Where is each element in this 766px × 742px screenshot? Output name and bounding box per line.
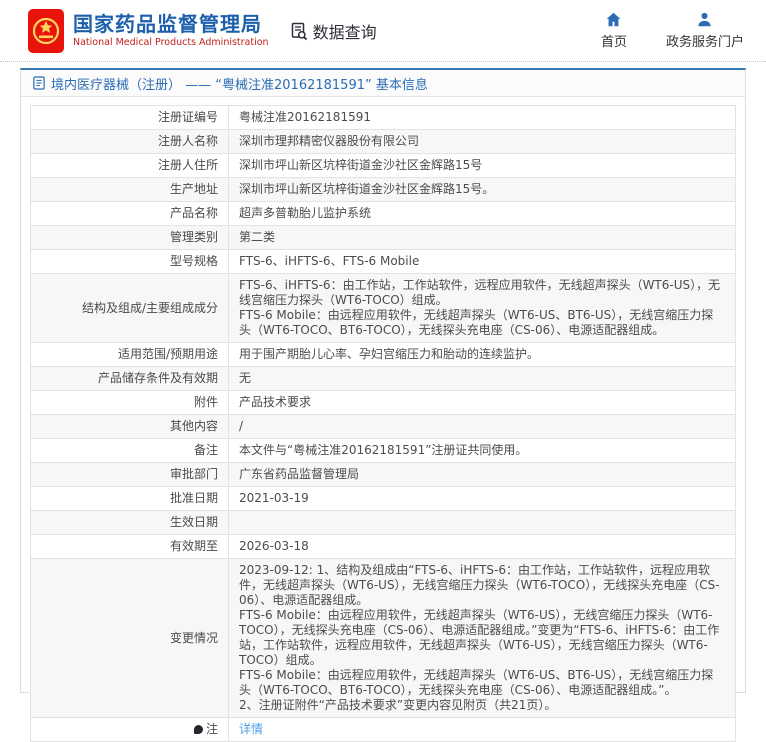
table-row: 注册人名称 深圳市理邦精密仪器股份有限公司	[30, 129, 736, 154]
row-label: 注册证编号	[30, 105, 229, 130]
user-icon	[698, 12, 712, 27]
row-label: 其他内容	[30, 414, 229, 439]
nav-gov-portal-label: 政务服务门户	[665, 35, 744, 50]
row-value: 本文件与“粤械注准20162181591”注册证共同使用。	[228, 438, 736, 463]
info-table-body: 注册证编号 粤械注准20162181591 注册人名称 深圳市理邦精密仪器股份有限公司…	[30, 105, 736, 742]
registration-info-table: 注册证编号 粤械注准20162181591 注册人名称 深圳市理邦精密仪器股份有限公司…	[30, 105, 736, 742]
table-row: 变更情况 2023-09-12: 1、结构及组成由“FTS-6、iHFTS-6：由…	[30, 558, 736, 718]
table-row: 产品名称 超声多普勒胎儿监护系统	[30, 201, 736, 226]
table-row: 注详情	[30, 717, 736, 742]
table-row: 产品储存条件及有效期无	[30, 366, 736, 391]
table-row: 审批部门 广东省药品监督管理局	[30, 462, 736, 487]
row-label: 结构及组成/主要组成成分	[30, 273, 229, 343]
row-value: 深圳市理邦精密仪器股份有限公司	[228, 129, 736, 154]
row-label: 备注	[30, 438, 229, 463]
table-row: 适用范围/预期用途 用于围产期胎儿心率、孕妇宫缩压力和胎动的连续监护。	[30, 342, 736, 367]
row-value: 第二类	[228, 225, 736, 250]
row-label: 适用范围/预期用途	[30, 342, 229, 367]
document-search-icon	[291, 22, 307, 40]
nav-home-label: 首页	[600, 35, 627, 50]
page-title: 境内医疗器械（注册） —— “粤械注准20162181591” 基本信息	[51, 77, 428, 93]
row-label: 型号规格	[30, 249, 229, 274]
row-value: 超声多普勒胎儿监护系统	[228, 201, 736, 226]
row-value: 深圳市坪山新区坑梓街道金沙社区金辉路15号。	[228, 177, 736, 202]
row-label: 产品名称	[30, 201, 229, 226]
row-value: 无	[228, 366, 736, 391]
row-label: 注	[30, 717, 229, 742]
row-label: 管理类别	[30, 225, 229, 250]
row-value: FTS-6、iHFTS-6：由工作站，工作站软件，远程应用软件，无线超声探头（W…	[228, 273, 736, 343]
row-value	[228, 510, 736, 535]
row-label: 生效日期	[30, 510, 229, 535]
table-row: 注册人住所 深圳市坪山新区坑梓街道金沙社区金辉路15号	[30, 153, 736, 178]
home-icon	[607, 12, 621, 27]
table-row: 注册证编号 粤械注准20162181591	[30, 105, 736, 130]
content-panel: 境内医疗器械（注册） —— “粤械注准20162181591” 基本信息 注册证…	[20, 68, 746, 742]
table-row: 结构及组成/主要组成成分 FTS-6、iHFTS-6：由工作站，工作站软件，远程应…	[30, 273, 736, 343]
table-row: 附件 产品技术要求	[30, 390, 736, 415]
table-row: 型号规格 FTS-6、iHFTS-6、FTS-6 Mobile	[30, 249, 736, 274]
org-name-en: National Medical Products Administration	[73, 36, 269, 48]
national-emblem-icon	[28, 8, 64, 53]
site-header: 国家药品监督管理局 National Medical Products Admi…	[0, 0, 766, 62]
row-value: 详情	[228, 717, 736, 742]
row-label: 有效期至	[30, 534, 229, 559]
table-row: 其他内容 /	[30, 414, 736, 439]
table-row: 有效期至 2026-03-18	[30, 534, 736, 559]
row-label: 审批部门	[30, 462, 229, 487]
document-icon	[33, 76, 45, 90]
row-value: 深圳市坪山新区坑梓街道金沙社区金辉路15号	[228, 153, 736, 178]
title-bar: 境内医疗器械（注册） —— “粤械注准20162181591” 基本信息	[21, 70, 745, 97]
org-title-block: 国家药品监督管理局 National Medical Products Admi…	[73, 13, 269, 48]
nav-item-home[interactable]: 首页	[592, 11, 636, 50]
registration-info-table-wrap: 注册证编号 粤械注准20162181591 注册人名称 深圳市理邦精密仪器股份有限公司…	[30, 105, 736, 742]
row-value: /	[228, 414, 736, 439]
row-value: 产品技术要求	[228, 390, 736, 415]
note-icon	[193, 725, 203, 734]
row-value: 2026-03-18	[228, 534, 736, 559]
data-query-button[interactable]: 数据查询	[289, 19, 377, 43]
row-value: 广东省药品监督管理局	[228, 462, 736, 487]
table-row: 备注 本文件与“粤械注准20162181591”注册证共同使用。	[30, 438, 736, 463]
table-row: 管理类别 第二类	[30, 225, 736, 250]
row-value: 2023-09-12: 1、结构及组成由“FTS-6、iHFTS-6：由工作站，…	[228, 558, 736, 718]
header-nav: 首页 政务服务门户	[592, 11, 744, 50]
nav-item-gov-portal[interactable]: 政务服务门户	[666, 11, 744, 50]
row-label: 附件	[30, 390, 229, 415]
row-label: 注册人名称	[30, 129, 229, 154]
row-label: 产品储存条件及有效期	[30, 366, 229, 391]
row-value: 用于围产期胎儿心率、孕妇宫缩压力和胎动的连续监护。	[228, 342, 736, 367]
row-value: 粤械注准20162181591	[228, 105, 736, 130]
row-label: 变更情况	[30, 558, 229, 718]
table-row: 生效日期	[30, 510, 736, 535]
org-name-cn: 国家药品监督管理局	[73, 11, 262, 36]
row-label: 批准日期	[30, 486, 229, 511]
row-value: 2021-03-19	[228, 486, 736, 511]
table-row: 生产地址 深圳市坪山新区坑梓街道金沙社区金辉路15号。	[30, 177, 736, 202]
row-value: FTS-6、iHFTS-6、FTS-6 Mobile	[228, 249, 736, 274]
detail-link[interactable]: 详情	[239, 722, 263, 736]
row-label: 注册人住所	[30, 153, 229, 178]
data-query-label: 数据查询	[312, 22, 377, 42]
row-label: 生产地址	[30, 177, 229, 202]
table-row: 批准日期 2021-03-19	[30, 486, 736, 511]
